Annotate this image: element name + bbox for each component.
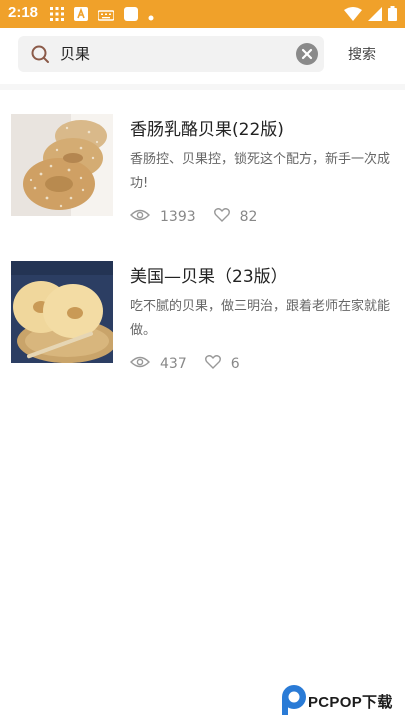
like-count: 82 bbox=[239, 209, 258, 225]
search-input[interactable] bbox=[60, 44, 280, 62]
wifi-icon bbox=[344, 6, 362, 25]
divider bbox=[0, 84, 405, 90]
recipe-description: 香肠控、贝果控，锁死这个配方，新手一次成功! bbox=[130, 152, 391, 191]
eye-icon bbox=[130, 209, 150, 225]
square-app-icon bbox=[124, 6, 138, 25]
store-app-icon bbox=[74, 6, 88, 25]
watermark-text: PCPOP下载 bbox=[308, 694, 393, 711]
recipe-card[interactable]: 美国—贝果（23版） 吃不腻的贝果，做三明治，跟着老师在家就能做。 437 6 bbox=[0, 261, 405, 401]
eye-icon bbox=[130, 356, 150, 372]
like-count: 6 bbox=[230, 356, 240, 372]
heart-icon[interactable] bbox=[204, 355, 221, 373]
status-bar: 2:18 bbox=[0, 0, 405, 28]
recipe-title[interactable]: 香肠乳酪贝果(22版) bbox=[130, 115, 284, 140]
search-icon bbox=[30, 44, 50, 64]
recipe-description: 吃不腻的贝果，做三明治，跟着老师在家就能做。 bbox=[130, 299, 391, 338]
recipe-stats: 437 6 bbox=[130, 355, 258, 373]
recipe-thumbnail[interactable] bbox=[11, 114, 113, 216]
watermark: PCPOP下载 bbox=[280, 684, 400, 716]
recipe-title[interactable]: 美国—贝果（23版） bbox=[130, 262, 288, 287]
search-bar[interactable] bbox=[18, 36, 324, 72]
search-button[interactable]: 搜索 bbox=[348, 44, 376, 64]
recipe-stats: 1393 82 bbox=[130, 208, 275, 226]
heart-icon[interactable] bbox=[213, 208, 230, 226]
recipe-thumbnail[interactable] bbox=[11, 261, 113, 363]
battery-icon bbox=[388, 6, 397, 25]
recipe-card[interactable]: 香肠乳酪贝果(22版) 香肠控、贝果控，锁死这个配方，新手一次成功! 1393 … bbox=[0, 114, 405, 254]
view-count: 437 bbox=[160, 356, 187, 372]
grid-app-icon bbox=[50, 6, 64, 25]
view-count: 1393 bbox=[160, 209, 196, 225]
clear-search-icon[interactable] bbox=[296, 43, 318, 65]
status-system-icons bbox=[344, 6, 397, 25]
status-notification-icons bbox=[50, 6, 154, 25]
signal-icon bbox=[368, 6, 382, 25]
status-time: 2:18 bbox=[8, 4, 39, 21]
keyboard-icon bbox=[97, 6, 115, 25]
pcpop-logo-icon bbox=[280, 684, 308, 720]
dot-icon bbox=[148, 6, 154, 25]
